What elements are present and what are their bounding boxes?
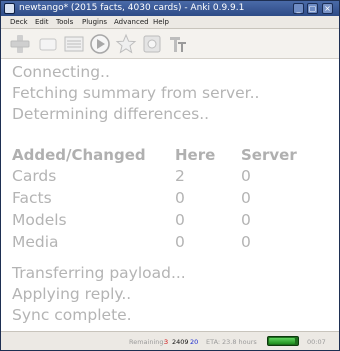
row-label: Models: [12, 211, 67, 229]
remaining-new-count: 2409: [172, 338, 189, 346]
title-bar[interactable]: newtango* (2015 facts, 4030 cards) - Ank…: [1, 1, 339, 16]
status-line: Sync complete.: [12, 306, 132, 324]
row-server-value: 0: [241, 233, 251, 251]
maximize-button[interactable]: ▢: [307, 3, 318, 14]
status-line: Determining differences..: [12, 105, 210, 123]
row-server-value: 0: [241, 189, 251, 207]
sync-icon[interactable]: [141, 33, 163, 55]
app-icon[interactable]: [4, 3, 15, 14]
row-here-value: 2: [175, 167, 185, 185]
anki-window: newtango* (2015 facts, 4030 cards) - Ank…: [0, 0, 340, 351]
status-line: Applying reply..: [12, 285, 132, 303]
row-server-value: 0: [241, 167, 251, 185]
window-title: newtango* (2015 facts, 4030 cards) - Ank…: [19, 3, 245, 13]
menu-plugins[interactable]: Plugins: [82, 16, 107, 29]
progress-fill: [269, 338, 295, 344]
blank-card-icon[interactable]: [37, 33, 59, 55]
column-header-added-changed: Added/Changed: [12, 146, 146, 164]
column-header-server: Server: [241, 146, 297, 164]
row-label: Facts: [12, 189, 52, 207]
menu-bar: Deck Edit Tools Plugins Advanced Help: [1, 16, 339, 29]
row-here-value: 0: [175, 189, 185, 207]
remaining-due-count: 3: [164, 338, 169, 346]
remaining-blue-count: 20: [190, 338, 199, 346]
remaining-label: Remaining:: [129, 338, 166, 346]
browse-list-icon[interactable]: [63, 33, 85, 55]
status-line: Connecting..: [12, 63, 110, 81]
menu-help[interactable]: Help: [153, 16, 169, 29]
minimize-button[interactable]: _: [293, 3, 304, 14]
eta-value: 23.8 hours: [222, 338, 257, 346]
status-line: Fetching summary from server..: [12, 84, 260, 102]
eta-label: ETA:: [206, 338, 221, 346]
close-button[interactable]: ×: [322, 3, 333, 14]
menu-tools[interactable]: Tools: [56, 16, 73, 29]
session-timer: 00:07: [307, 338, 326, 346]
play-review-icon[interactable]: [89, 33, 111, 55]
row-label: Cards: [12, 167, 57, 185]
row-here-value: 0: [175, 211, 185, 229]
menu-edit[interactable]: Edit: [35, 16, 49, 29]
progress-bar: [267, 336, 299, 346]
column-header-here: Here: [175, 146, 216, 164]
status-bar: Remaining: 3 2409 20 ETA: 23.8 hours 00:…: [1, 331, 339, 350]
add-cards-icon[interactable]: [9, 33, 31, 55]
row-label: Media: [12, 233, 59, 251]
text-format-icon[interactable]: [167, 33, 189, 55]
sync-log: Connecting.. Fetching summary from serve…: [1, 59, 339, 331]
row-server-value: 0: [241, 211, 251, 229]
menu-deck[interactable]: Deck: [10, 16, 28, 29]
toolbar: [1, 29, 339, 59]
row-here-value: 0: [175, 233, 185, 251]
star-icon[interactable]: [115, 33, 137, 55]
status-line: Transferring payload...: [12, 264, 186, 282]
menu-advanced[interactable]: Advanced: [114, 16, 149, 29]
